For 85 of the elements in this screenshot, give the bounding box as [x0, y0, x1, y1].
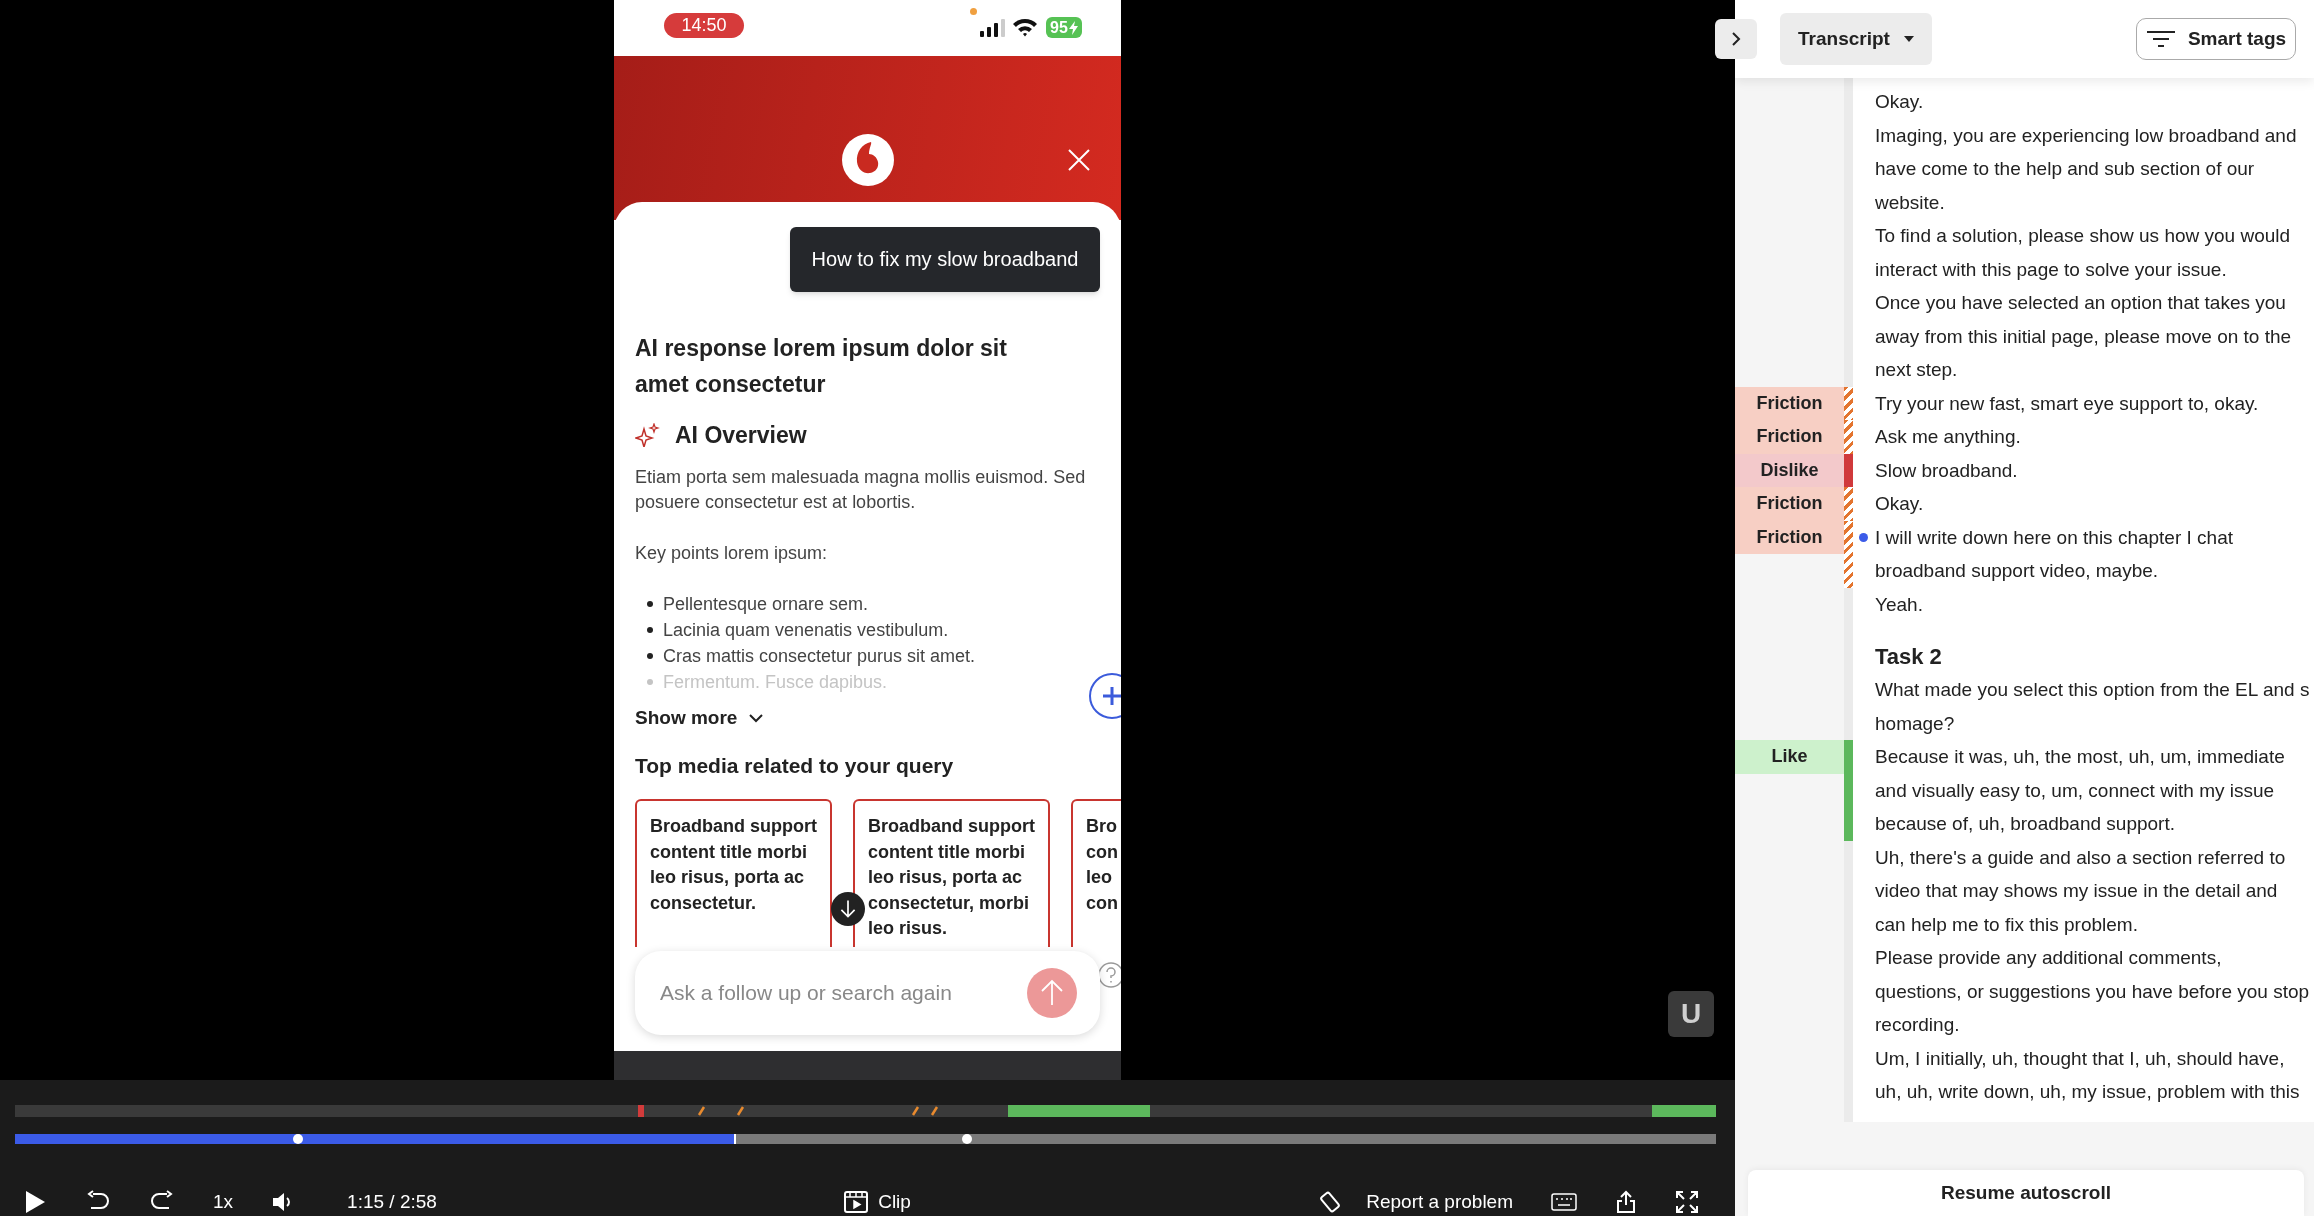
transcript-line[interactable]: To find a solution, please show us how you would interact with this page to solve your issue. — [1853, 219, 2314, 286]
logo-badge: U — [1668, 991, 1714, 1037]
card-title-line: content title morbi — [868, 840, 1026, 864]
media-card[interactable]: Bro con leo con — [1071, 799, 1121, 947]
card-title-line: con — [1086, 840, 1119, 864]
report-problem-button[interactable]: Report a problem — [1366, 1187, 1513, 1216]
card-title-line: leo risus. — [868, 917, 949, 940]
tag-label: Friction — [1735, 487, 1844, 521]
transcript-line[interactable]: Ask me anything. — [1853, 420, 2314, 454]
transcript-line[interactable]: Please provide any additional comments, questions, or suggestions you have before you stop recording. — [1853, 941, 2314, 1042]
card-title-line: content title morbi — [650, 840, 808, 864]
clip-button[interactable]: Clip — [844, 1187, 911, 1216]
card-title-line: Bro — [1086, 815, 1118, 838]
tag-label: Like — [1735, 740, 1844, 774]
transcript-line[interactable]: Because it was, uh, the most, uh, um, immediate and visually easy to, um, connect with my issue because of, uh, broadband support. — [1853, 740, 2314, 841]
transcript-line[interactable]: Uh, there's a guide and also a section referred to video that may shows my issue in the detail and can help me to fix this problem. — [1853, 840, 2314, 941]
caret-icon — [1903, 36, 1914, 42]
tag-label: Friction — [1735, 386, 1844, 420]
rotate-icon[interactable] — [1318, 1190, 1343, 1214]
overview-heading: AI Overview — [675, 420, 807, 450]
bolt-icon — [1068, 20, 1078, 35]
tag-label: Friction — [1735, 420, 1844, 454]
tag-stripe — [1844, 453, 1853, 487]
resume-autoscroll-button[interactable]: Resume autoscroll — [1748, 1170, 2304, 1216]
smart-tags-button[interactable]: Smart tags — [2136, 18, 2296, 60]
transcript-line[interactable]: Um, I initially, uh, thought that I, uh, should have, uh, uh, write down, uh, my issue, problem with this — [1853, 1041, 2314, 1109]
status-time: 14:50 — [664, 13, 744, 38]
clip-icon — [844, 1191, 869, 1213]
transcript-line[interactable]: Slow broadband. — [1853, 453, 2314, 487]
media-heading: Top media related to your query — [635, 753, 955, 779]
filter-icon — [2145, 30, 2176, 48]
tag-stripe — [1844, 386, 1853, 420]
share-icon[interactable] — [1615, 1190, 1637, 1214]
card-title-line: con — [1086, 891, 1119, 915]
overview-text: Etiam porta sem malesuada magna mollis euismod. Sed posuere consectetur est at lobortis. — [635, 466, 1087, 514]
transcript-line[interactable]: Yeah. — [1853, 587, 2314, 621]
tag-label: Dislike — [1735, 453, 1844, 487]
tag-stripe — [1844, 420, 1853, 454]
wifi-icon — [1012, 17, 1038, 37]
chevron-right-icon — [1731, 31, 1741, 47]
chapter-dot-icon — [293, 1134, 303, 1144]
sparkle-icon — [635, 423, 661, 447]
chapter-dot-icon — [962, 1134, 972, 1144]
privacy-dot-icon — [970, 8, 977, 15]
key-point: Fermentum. Fusce dapibus. — [663, 670, 888, 694]
card-title-line: Broadband support — [868, 815, 1036, 838]
transcript-line[interactable]: Once you have selected an option that takes you away from this initial page, please move on to the next step. — [1853, 286, 2314, 387]
transcript-line[interactable]: Imaging, you are experiencing low broadband and have come to the help and sub section of our website. — [1853, 118, 2314, 219]
chevron-down-icon — [749, 713, 764, 723]
keyboard-icon[interactable] — [1551, 1193, 1577, 1211]
speed-button[interactable]: 1x — [213, 1187, 234, 1216]
card-title-line: consectetur, morbi — [868, 891, 1031, 915]
collapse-button[interactable] — [1715, 19, 1757, 59]
battery-level: 95 — [1050, 18, 1068, 38]
card-title-line: leo risus, porta ac — [650, 866, 806, 889]
key-point: Pellentesque ornare sem. — [663, 592, 869, 616]
fullscreen-icon[interactable] — [1675, 1190, 1699, 1214]
card-title-line: leo — [1086, 866, 1113, 889]
progress-track[interactable] — [15, 1134, 1716, 1144]
section-heading: Task 2 — [1874, 643, 1942, 671]
signal-icon — [980, 18, 1008, 37]
transcript-line[interactable]: What made you select this option from the EL and s homage? — [1853, 673, 2314, 740]
key-point: Cras mattis consectetur purus sit amet. — [663, 644, 976, 668]
transcript-line[interactable]: Try your new fast, smart eye support to, okay. — [1853, 386, 2314, 420]
transcript-dropdown[interactable]: Transcript — [1780, 13, 1932, 65]
help-icon[interactable] — [1096, 960, 1121, 990]
transcript-line[interactable]: Okay. — [1853, 85, 2314, 119]
playback-time: 1:15 / 2:58 — [347, 1189, 437, 1214]
transcript-line[interactable]: Okay. — [1853, 487, 2314, 521]
card-title-line: Broadband support — [650, 815, 818, 838]
card-title-line: consectetur. — [650, 891, 758, 915]
search-field[interactable]: Ask a follow up or search again — [635, 951, 1100, 1035]
play-icon[interactable] — [23, 1190, 47, 1214]
response-title: AI response lorem ipsum dolor sit amet consectetur — [635, 334, 1008, 399]
brand-logo-icon — [842, 134, 894, 186]
key-point: Lacinia quam venenatis vestibulum. — [663, 618, 949, 642]
show-more-button[interactable]: Show more — [635, 703, 764, 733]
transcript-line[interactable]: I will write down here on this chapter I chat broadband support video, maybe. — [1853, 520, 2314, 588]
close-icon[interactable] — [1067, 148, 1091, 172]
card-title-line: leo risus, porta ac — [868, 866, 1024, 889]
media-card[interactable]: Broadband support content title morbi leo risus, porta ac consectetur. — [635, 799, 832, 947]
scroll-down-icon[interactable] — [831, 892, 865, 926]
key-points-label: Key points lorem ipsum: — [635, 542, 829, 565]
tag-label: Friction — [1735, 520, 1844, 554]
query-bubble: How to fix my slow broadband — [790, 227, 1100, 292]
